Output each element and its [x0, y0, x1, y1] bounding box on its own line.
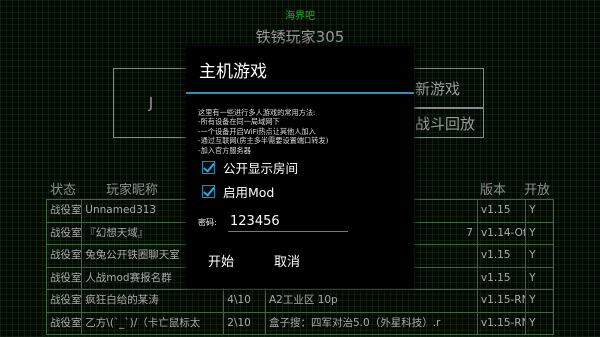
col-header-status: 状态: [50, 183, 77, 198]
cell-version: v1.14-Oth: [476, 222, 525, 244]
cell-version: v1.15-RN-: [476, 290, 525, 312]
dialog-title: 主机游戏: [186, 46, 414, 94]
cell-open: Y: [525, 200, 554, 222]
cell-map: 盒子搜：四军对治5.0（外星科技）.r: [265, 312, 477, 334]
cell-open: Y: [525, 290, 554, 312]
cell-version: v1.15: [476, 267, 525, 289]
cell-open: Y: [525, 245, 554, 267]
public-room-checkbox-row[interactable]: 公开显示房间: [202, 155, 414, 179]
cell-status: 战役室: [46, 222, 81, 244]
password-input[interactable]: 123456: [228, 212, 348, 233]
start-button[interactable]: 开始: [200, 247, 244, 274]
col-header-player-name: 玩家昵称: [106, 183, 159, 198]
password-label: 密码:: [198, 217, 217, 227]
page-title: 铁锈玩家305: [255, 28, 345, 46]
cell-status: 战役室: [46, 267, 81, 289]
cell-version: v1.15-RN-: [476, 312, 525, 334]
public-room-checkbox[interactable]: [202, 160, 215, 174]
description-line: -通过互联网(房主多半需要设置端口转发): [198, 136, 329, 146]
top-badge: 海界吧: [285, 11, 315, 22]
cell-map: A2工业区 10p: [265, 290, 477, 312]
dialog-description: 这里有一些进行多人游戏的常用方法: -所有设备在同一局域网下 -一个设备开启Wi…: [186, 94, 414, 155]
new-game-button[interactable]: 新游戏: [410, 68, 484, 108]
cell-open: Y: [525, 267, 554, 289]
new-game-button-label: 新游戏: [415, 79, 461, 98]
battle-replay-button-label: 战斗回放: [415, 114, 476, 133]
cell-player-name: 疯狂白给的某涛: [81, 290, 223, 312]
public-room-label: 公开显示房间: [223, 160, 299, 176]
cell-player-name: 乙方\(`_`)/（卡亡鼠标太: [81, 312, 223, 334]
cell-status: 战役室: [46, 312, 81, 334]
cell-status: 战役室: [46, 200, 81, 222]
enable-mod-label: 启用Mod: [223, 184, 275, 200]
cell-version: v1.15: [476, 200, 525, 222]
cell-status: 战役室: [46, 290, 81, 312]
enable-mod-checkbox[interactable]: [202, 184, 215, 198]
table-row[interactable]: 战役室 疯狂白给的某涛 4\10 A2工业区 10p v1.15-RN- Y: [46, 290, 554, 313]
left-menu-button[interactable]: J: [113, 68, 189, 138]
table-row[interactable]: 战役室 乙方\(`_`)/（卡亡鼠标太 2\10 盒子搜：四军对治5.0（外星科…: [46, 312, 554, 335]
cell-open: Y: [525, 312, 554, 334]
col-header-open: 开放: [524, 183, 551, 198]
left-menu-button-label: J: [148, 94, 154, 112]
cell-version: v1.15: [476, 245, 525, 267]
dialog-buttons: 开始 取消: [200, 247, 414, 274]
cell-players: 4\10: [223, 290, 265, 312]
enable-mod-checkbox-row[interactable]: 启用Mod: [202, 179, 414, 203]
description-line: 这里有一些进行多人游戏的常用方法:: [198, 108, 316, 117]
cell-status: 战役室: [46, 245, 81, 267]
col-header-version: 版本: [480, 183, 507, 198]
cell-open: Y: [525, 222, 554, 244]
host-game-dialog: 主机游戏 这里有一些进行多人游戏的常用方法: -所有设备在同一局域网下 -一个设…: [186, 46, 414, 288]
password-row: 密码: 123456: [198, 209, 414, 235]
description-line: -一个设备开启WiFi热点让其他人加入: [198, 126, 316, 136]
battle-replay-button[interactable]: 战斗回放: [410, 108, 484, 138]
cell-players: 2\10: [223, 312, 265, 334]
description-line: -加入官方服务器: [198, 145, 251, 155]
cancel-button[interactable]: 取消: [266, 247, 310, 274]
description-line: -所有设备在同一局域网下: [198, 117, 280, 127]
